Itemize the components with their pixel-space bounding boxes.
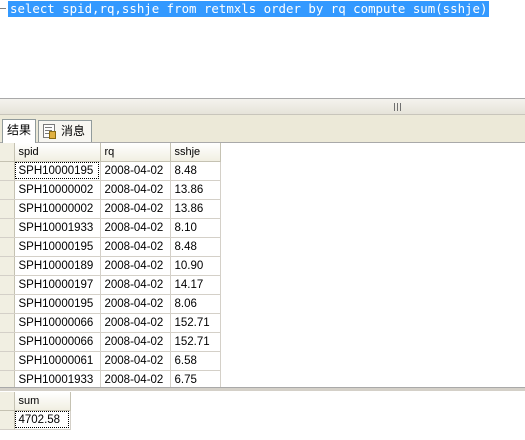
row-header[interactable] bbox=[0, 180, 15, 200]
collapse-marker-icon[interactable] bbox=[0, 8, 6, 9]
row-header[interactable] bbox=[0, 313, 15, 333]
compute-sum-cell[interactable]: 4702.58 bbox=[14, 410, 71, 430]
column-header-sshje[interactable]: sshje bbox=[170, 143, 221, 162]
table-row: SPH10000002 2008-04-02 13.86 bbox=[0, 199, 221, 219]
query-editor[interactable]: select spid,rq,sshje from retmxls order … bbox=[0, 0, 525, 98]
cell-rq[interactable]: 2008-04-02 bbox=[100, 237, 171, 257]
table-row: SPH10000066 2008-04-02 152.71 bbox=[0, 313, 221, 333]
row-header[interactable] bbox=[0, 332, 15, 352]
cell-sshje[interactable]: 6.58 bbox=[170, 351, 221, 371]
row-header[interactable] bbox=[0, 351, 15, 371]
cell-spid[interactable]: SPH10000195 bbox=[14, 294, 101, 314]
row-header[interactable] bbox=[0, 410, 15, 430]
table-row: SPH10000195 2008-04-02 8.48 bbox=[0, 161, 221, 181]
table-row: SPH10000197 2008-04-02 14.17 bbox=[0, 275, 221, 295]
cell-spid[interactable]: SPH10000066 bbox=[14, 332, 101, 352]
compute-row: 4702.58 bbox=[0, 410, 71, 430]
cell-sshje[interactable]: 8.48 bbox=[170, 161, 221, 181]
cell-sshje[interactable]: 152.71 bbox=[170, 313, 221, 333]
row-header[interactable] bbox=[0, 256, 15, 276]
cell-spid[interactable]: SPH10000002 bbox=[14, 180, 101, 200]
cell-sshje[interactable]: 8.06 bbox=[170, 294, 221, 314]
row-header[interactable] bbox=[0, 218, 15, 238]
tab-messages[interactable]: 消息 bbox=[38, 120, 92, 142]
cell-spid[interactable]: SPH10001933 bbox=[14, 218, 101, 238]
cell-spid[interactable]: SPH10000002 bbox=[14, 199, 101, 219]
tab-results-label: 结果 bbox=[7, 123, 32, 137]
compute-grid: sum 4702.58 bbox=[0, 392, 71, 430]
corner-cell[interactable] bbox=[0, 143, 15, 162]
cell-spid[interactable]: SPH10000066 bbox=[14, 313, 101, 333]
row-header[interactable] bbox=[0, 275, 15, 295]
column-header-sum[interactable]: sum bbox=[14, 392, 71, 411]
cell-rq[interactable]: 2008-04-02 bbox=[100, 294, 171, 314]
cell-sshje[interactable]: 13.86 bbox=[170, 180, 221, 200]
table-row: SPH10000189 2008-04-02 10.90 bbox=[0, 256, 221, 276]
cell-spid[interactable]: SPH10000197 bbox=[14, 275, 101, 295]
cell-rq[interactable]: 2008-04-02 bbox=[100, 313, 171, 333]
cell-rq[interactable]: 2008-04-02 bbox=[100, 218, 171, 238]
splitter-grip-icon[interactable] bbox=[394, 103, 403, 111]
cell-spid[interactable]: SPH10000195 bbox=[14, 237, 101, 257]
results-grid: spid rq sshje SPH10000195 2008-04-02 8.48 S… bbox=[0, 143, 221, 390]
row-header[interactable] bbox=[0, 237, 15, 257]
pane-splitter[interactable] bbox=[0, 98, 525, 115]
cell-rq[interactable]: 2008-04-02 bbox=[100, 351, 171, 371]
column-header-spid[interactable]: spid bbox=[14, 143, 101, 162]
cell-sshje[interactable]: 152.71 bbox=[170, 332, 221, 352]
row-header[interactable] bbox=[0, 199, 15, 219]
cell-spid[interactable]: SPH10000195 bbox=[14, 161, 101, 181]
compute-header-row: sum bbox=[0, 392, 71, 411]
cell-sshje[interactable]: 10.90 bbox=[170, 256, 221, 276]
compute-corner-cell[interactable] bbox=[0, 392, 15, 411]
table-row: SPH10000066 2008-04-02 152.71 bbox=[0, 332, 221, 352]
cell-rq[interactable]: 2008-04-02 bbox=[100, 256, 171, 276]
cell-sshje[interactable]: 8.48 bbox=[170, 237, 221, 257]
column-header-rq[interactable]: rq bbox=[100, 143, 171, 162]
cell-sshje[interactable]: 8.10 bbox=[170, 218, 221, 238]
cell-sshje[interactable]: 13.86 bbox=[170, 199, 221, 219]
cell-spid[interactable]: SPH10000061 bbox=[14, 351, 101, 371]
cell-spid[interactable]: SPH10000189 bbox=[14, 256, 101, 276]
results-tab-bar: 结果 消息 bbox=[0, 115, 525, 143]
row-header[interactable] bbox=[0, 161, 15, 181]
cell-rq[interactable]: 2008-04-02 bbox=[100, 199, 171, 219]
header-row: spid rq sshje bbox=[0, 143, 221, 162]
table-row: SPH10000195 2008-04-02 8.48 bbox=[0, 237, 221, 257]
row-header[interactable] bbox=[0, 294, 15, 314]
result-set-divider bbox=[0, 387, 525, 391]
table-row: SPH10001933 2008-04-02 8.10 bbox=[0, 218, 221, 238]
tab-messages-label: 消息 bbox=[61, 124, 86, 138]
cell-rq[interactable]: 2008-04-02 bbox=[100, 332, 171, 352]
table-row: SPH10000195 2008-04-02 8.06 bbox=[0, 294, 221, 314]
editor-gutter bbox=[0, 0, 8, 98]
results-pane: spid rq sshje SPH10000195 2008-04-02 8.48 S… bbox=[0, 143, 525, 440]
cell-rq[interactable]: 2008-04-02 bbox=[100, 180, 171, 200]
cell-sshje[interactable]: 14.17 bbox=[170, 275, 221, 295]
selected-sql-text[interactable]: select spid,rq,sshje from retmxls order … bbox=[8, 1, 490, 17]
table-row: SPH10000061 2008-04-02 6.58 bbox=[0, 351, 221, 371]
cell-rq[interactable]: 2008-04-02 bbox=[100, 161, 171, 181]
messages-icon bbox=[43, 124, 56, 139]
cell-rq[interactable]: 2008-04-02 bbox=[100, 275, 171, 295]
table-row: SPH10000002 2008-04-02 13.86 bbox=[0, 180, 221, 200]
tab-results[interactable]: 结果 bbox=[2, 119, 36, 143]
